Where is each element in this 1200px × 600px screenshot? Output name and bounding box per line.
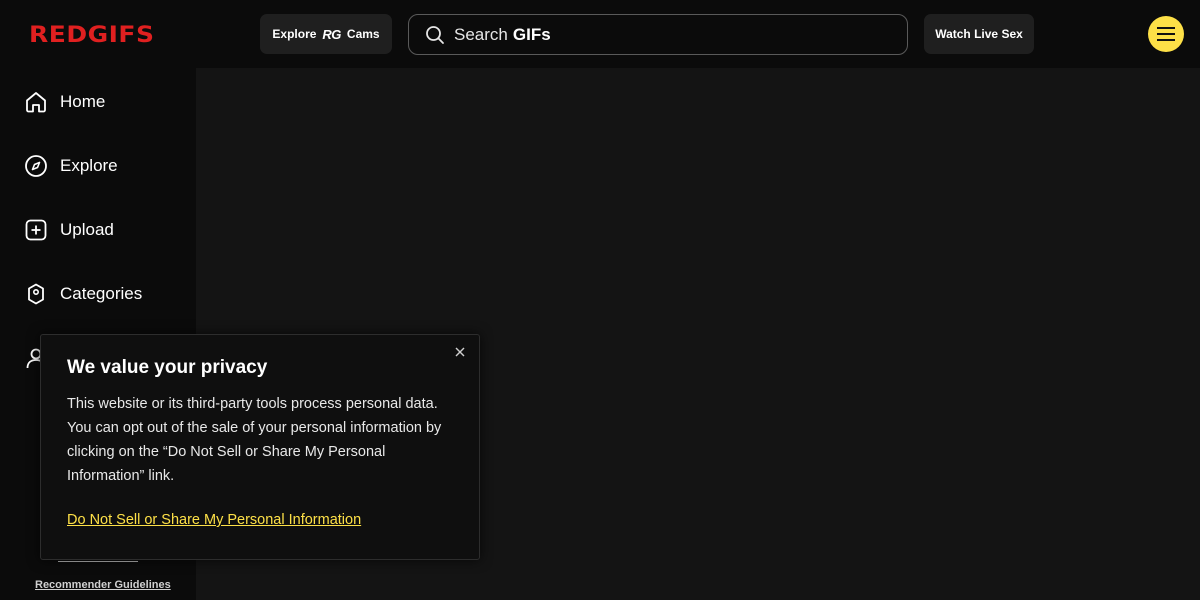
tag-icon — [24, 282, 48, 306]
rg-logo-icon: RG — [322, 26, 341, 42]
compass-icon — [24, 154, 48, 178]
sidebar-item-categories[interactable]: Categories — [24, 280, 142, 308]
sidebar-item-home[interactable]: Home — [24, 88, 105, 116]
upload-plus-icon — [24, 218, 48, 242]
hamburger-icon — [1157, 27, 1175, 41]
privacy-consent-dialog: We value your privacy This website or it… — [40, 334, 480, 560]
sidebar-item-label: Categories — [60, 284, 143, 303]
sidebar-item-label: Upload — [60, 220, 114, 239]
watch-live-sex-button[interactable]: Watch Live Sex — [924, 14, 1034, 54]
consent-body-text: This website or its third-party tools pr… — [67, 396, 442, 484]
top-bar: REDGIFS Explore RG Cams Search GIFs Watc… — [0, 0, 1200, 68]
home-icon — [24, 90, 48, 114]
explore-cams-button[interactable]: Explore RG Cams — [260, 14, 392, 54]
menu-button[interactable] — [1148, 16, 1184, 52]
footer-divider — [58, 561, 138, 562]
sidebar-item-upload[interactable]: Upload — [24, 216, 114, 244]
close-icon — [455, 347, 465, 357]
cams-label: Cams — [346, 27, 380, 41]
search-input[interactable]: Search GIFs — [408, 14, 908, 55]
sidebar-item-explore[interactable]: Explore — [24, 152, 118, 180]
do-not-sell-link[interactable]: Do Not Sell or Share My Personal Informa… — [67, 512, 361, 528]
recommender-guidelines-link[interactable]: Recommender Guidelines — [35, 579, 171, 591]
search-placeholder-highlight: GIFs — [512, 24, 551, 44]
search-icon — [426, 25, 444, 44]
consent-title: We value your privacy — [67, 357, 268, 378]
search-placeholder: Search — [454, 24, 508, 44]
close-button[interactable] — [453, 345, 467, 359]
explore-label: Explore — [272, 27, 317, 41]
sidebar-item-label: Explore — [60, 156, 118, 175]
sidebar-item-label: Home — [60, 92, 106, 111]
redgifs-logo[interactable]: REDGIFS — [29, 22, 155, 48]
